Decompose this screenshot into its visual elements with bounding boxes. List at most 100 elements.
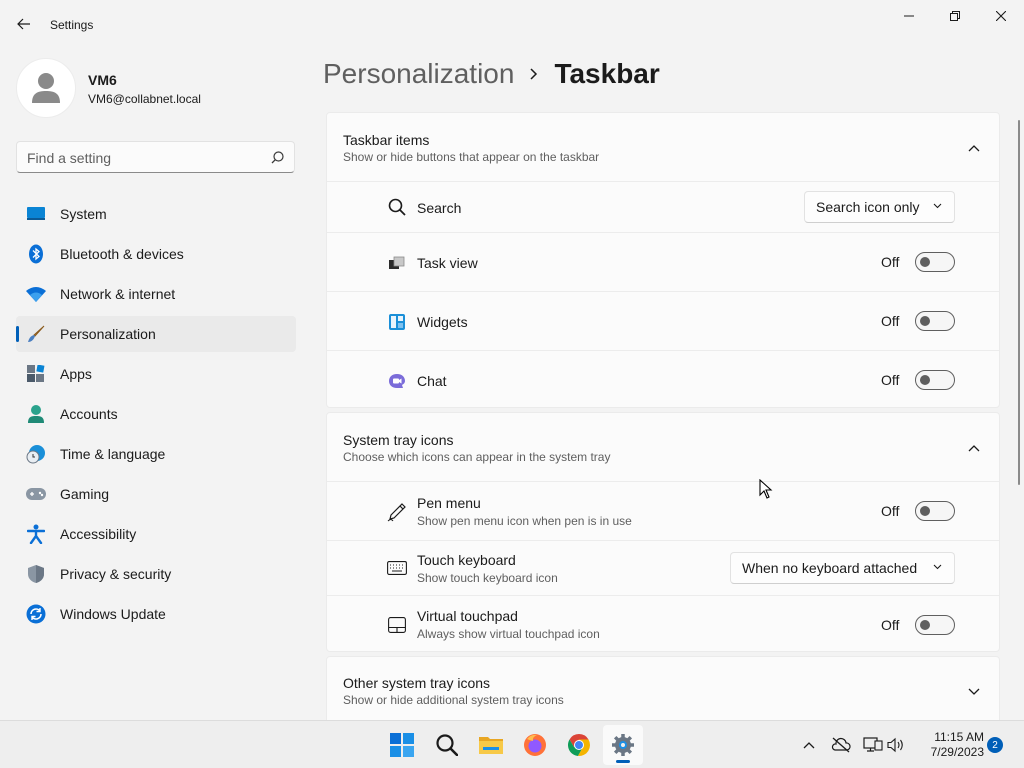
taskbar-items-header[interactable]: Taskbar items Show or hide buttons that … [327, 113, 999, 181]
setting-description: Always show virtual touchpad icon [417, 627, 600, 641]
sidebar-item-apps[interactable]: Apps [16, 356, 296, 392]
section-subtitle: Choose which icons can appear in the sys… [343, 450, 611, 464]
onedrive-offline-icon[interactable] [831, 735, 851, 755]
toggle-state-label: Off [881, 503, 900, 519]
section-title: Other system tray icons [343, 675, 491, 691]
search-mode-dropdown[interactable]: Search icon only [804, 191, 955, 223]
user-name: VM6 [88, 72, 117, 88]
page-title: Taskbar [554, 58, 660, 89]
pen-menu-row: Pen menu Show pen menu icon when pen is … [327, 481, 999, 540]
sidebar-item-bluetooth[interactable]: Bluetooth & devices [16, 236, 296, 272]
scrollbar[interactable] [1018, 120, 1020, 485]
toggle-state-label: Off [881, 254, 900, 270]
sidebar-item-label: Apps [60, 366, 92, 382]
toggle-knob [920, 316, 930, 326]
toggle-state-label: Off [881, 617, 900, 633]
task-view-row: Task view Off [327, 232, 999, 291]
bluetooth-icon [26, 244, 46, 264]
dropdown-value: When no keyboard attached [742, 560, 918, 576]
breadcrumb-parent-link[interactable]: Personalization [323, 58, 514, 90]
sidebar-item-label: Accessibility [60, 526, 137, 542]
search-box[interactable] [16, 141, 295, 173]
wifi-icon [26, 284, 46, 304]
touch-keyboard-row: Touch keyboard Show touch keyboard icon … [327, 540, 999, 595]
other-system-tray-icons-section: Other system tray icons Show or hide add… [326, 656, 1000, 720]
touch-keyboard-dropdown[interactable]: When no keyboard attached [730, 552, 955, 584]
title-bar: Settings [0, 0, 1024, 48]
settings-content[interactable]: Taskbar items Show or hide buttons that … [326, 112, 1000, 720]
start-button[interactable] [382, 725, 422, 765]
keyboard-icon [387, 558, 407, 578]
setting-label: Chat [417, 373, 447, 389]
minimize-button[interactable] [886, 0, 932, 32]
minimize-icon [904, 15, 914, 17]
sidebar-item-time-language[interactable]: Time & language [16, 436, 296, 472]
chat-toggle[interactable] [915, 370, 955, 390]
file-explorer-icon [479, 737, 503, 754]
pen-icon [387, 502, 407, 522]
section-title: Taskbar items [343, 132, 430, 148]
sidebar-item-accessibility[interactable]: Accessibility [16, 516, 296, 552]
setting-label: Touch keyboard [417, 552, 516, 568]
show-hidden-icons-chevron-icon[interactable] [799, 735, 819, 755]
taskbar: 11:15 AM 7/29/2023 [0, 720, 1024, 768]
volume-icon[interactable] [886, 735, 906, 755]
globe-clock-icon [26, 444, 46, 464]
sidebar-item-network[interactable]: Network & internet [16, 276, 296, 312]
toggle-knob [920, 375, 930, 385]
sidebar-item-personalization[interactable]: Personalization [16, 316, 296, 352]
sidebar-item-label: System [60, 206, 107, 222]
close-button[interactable] [978, 0, 1024, 32]
setting-description: Show touch keyboard icon [417, 571, 558, 585]
sidebar-item-accounts[interactable]: Accounts [16, 396, 296, 432]
system-tray-header[interactable]: System tray icons Choose which icons can… [327, 413, 999, 481]
firefox-button[interactable] [515, 725, 555, 765]
app-title: Settings [50, 18, 94, 32]
toggle-knob [920, 620, 930, 630]
sidebar-item-label: Bluetooth & devices [60, 246, 184, 262]
task-view-toggle[interactable] [915, 252, 955, 272]
back-button[interactable] [8, 9, 40, 39]
apps-icon [26, 364, 46, 384]
widgets-toggle[interactable] [915, 311, 955, 331]
search-setting-row: Search Search icon only [327, 181, 999, 232]
gamepad-icon [26, 484, 46, 504]
chevron-up-icon[interactable] [967, 441, 981, 455]
chat-icon [387, 371, 407, 391]
taskbar-items-section: Taskbar items Show or hide buttons that … [326, 112, 1000, 408]
user-email: VM6@collabnet.local [88, 92, 201, 106]
pen-menu-toggle[interactable] [915, 501, 955, 521]
taskbar-clock[interactable]: 11:15 AM 7/29/2023 [914, 730, 984, 760]
notification-badge[interactable]: 2 [987, 737, 1003, 753]
sidebar-item-windows-update[interactable]: Windows Update [16, 596, 296, 632]
sidebar-item-system[interactable]: System [16, 196, 296, 232]
chevron-up-icon[interactable] [967, 141, 981, 155]
setting-label: Task view [417, 255, 478, 271]
sidebar-nav: System Bluetooth & devices Network & int… [16, 196, 296, 636]
widgets-icon [387, 312, 407, 332]
file-explorer-button[interactable] [471, 725, 511, 765]
settings-icon [612, 734, 634, 756]
chrome-button[interactable] [559, 725, 599, 765]
avatar [16, 58, 76, 118]
task-view-icon [387, 253, 407, 273]
toggle-knob [920, 506, 930, 516]
user-account-card[interactable]: VM6 VM6@collabnet.local [16, 58, 306, 118]
restore-button[interactable] [932, 0, 978, 32]
section-subtitle: Show or hide buttons that appear on the … [343, 150, 600, 164]
virtual-touchpad-toggle[interactable] [915, 615, 955, 635]
taskbar-search-button[interactable] [427, 725, 467, 765]
search-input[interactable] [27, 148, 257, 168]
chevron-down-icon[interactable] [967, 685, 981, 699]
toggle-state-label: Off [881, 372, 900, 388]
restore-icon [950, 11, 960, 21]
other-tray-header[interactable]: Other system tray icons Show or hide add… [327, 657, 999, 720]
sidebar-item-privacy-security[interactable]: Privacy & security [16, 556, 296, 592]
sidebar-item-gaming[interactable]: Gaming [16, 476, 296, 512]
network-icon[interactable] [863, 735, 883, 755]
search-icon[interactable] [271, 151, 284, 164]
settings-app-button[interactable] [603, 725, 643, 765]
chat-row: Chat Off [327, 350, 999, 407]
touchpad-icon [387, 615, 407, 635]
chevron-down-icon [933, 203, 942, 209]
